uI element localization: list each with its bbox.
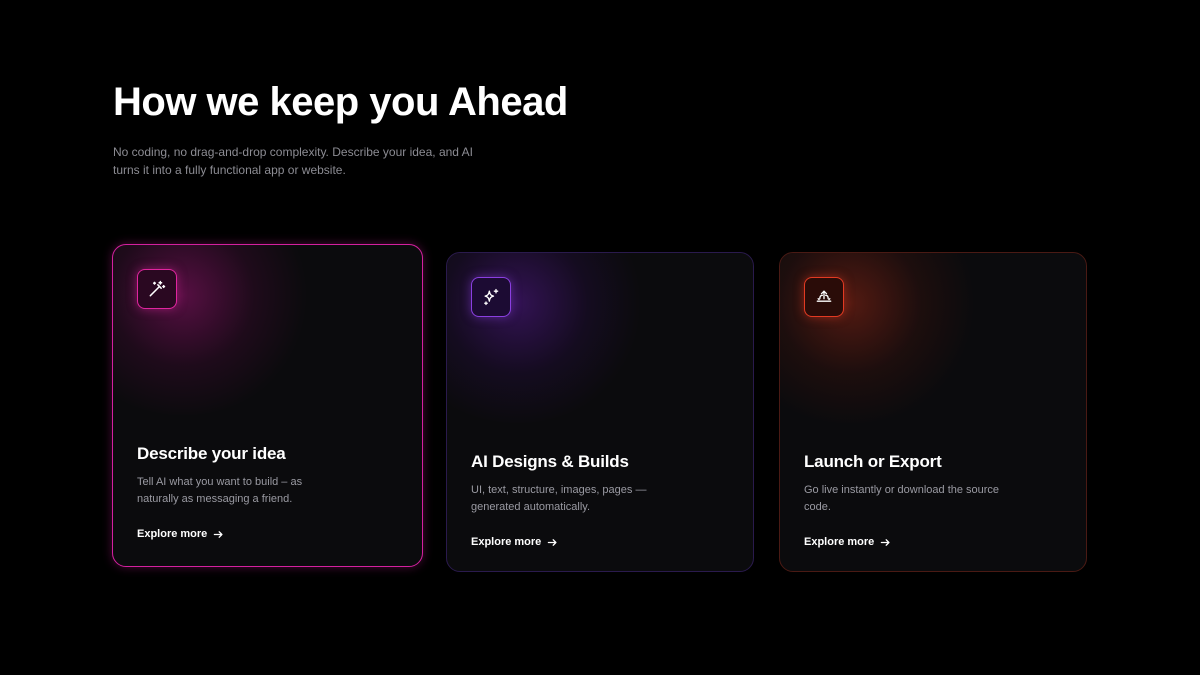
section-title: How we keep you Ahead — [113, 80, 568, 124]
card-description: Go live instantly or download the source… — [804, 484, 1000, 513]
explore-more-link[interactable]: Explore more — [804, 536, 891, 548]
features-section: How we keep you Ahead No coding, no drag… — [0, 0, 1200, 675]
arrow-right-icon — [214, 530, 223, 538]
explore-more-link[interactable]: Explore more — [471, 536, 558, 548]
sparkles-icon — [471, 277, 511, 317]
magic-wand-icon — [137, 269, 177, 309]
upload-launch-icon — [804, 277, 844, 317]
feature-card-describe: Describe your idea Tell AI what you want… — [112, 244, 423, 567]
card-description: UI, text, structure, images, pages — gen… — [471, 484, 647, 513]
explore-more-label: Explore more — [137, 528, 208, 540]
card-title: Describe your idea — [137, 444, 286, 463]
feature-card-launch: Launch or Export Go live instantly or do… — [779, 252, 1087, 572]
arrow-right-icon — [881, 538, 890, 546]
card-description: Tell AI what you want to build – as natu… — [137, 476, 303, 505]
explore-more-link[interactable]: Explore more — [137, 528, 224, 540]
card-title: AI Designs & Builds — [471, 452, 629, 471]
explore-more-label: Explore more — [804, 536, 875, 548]
card-title: Launch or Export — [804, 452, 942, 471]
feature-card-ai-builds: AI Designs & Builds UI, text, structure,… — [446, 252, 754, 572]
section-subtitle: No coding, no drag-and-drop complexity. … — [113, 145, 473, 177]
arrow-right-icon — [548, 538, 557, 546]
explore-more-label: Explore more — [471, 536, 542, 548]
